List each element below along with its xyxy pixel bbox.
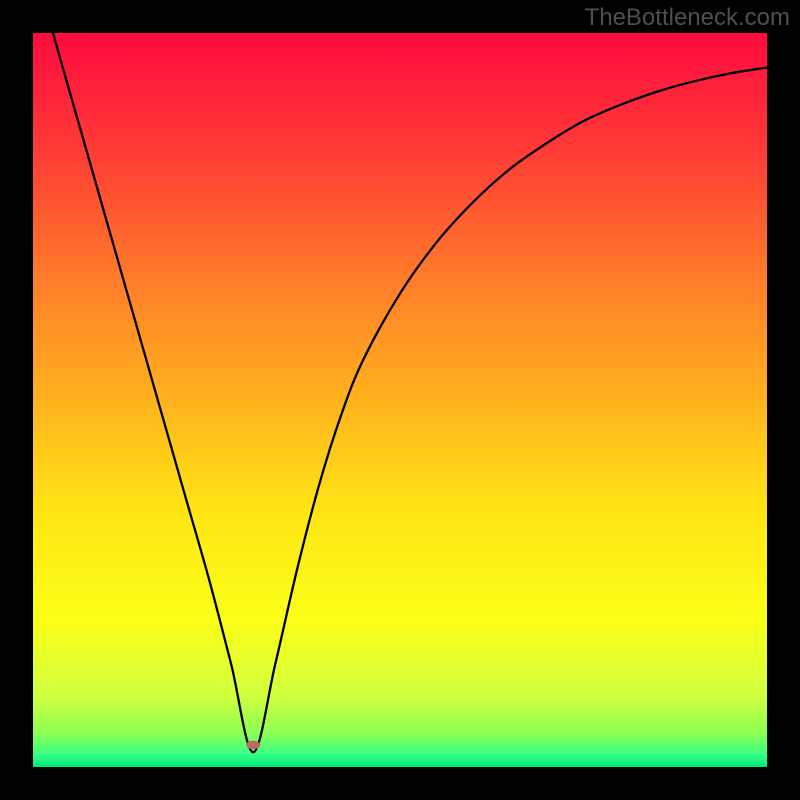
- plot-svg: [33, 33, 767, 767]
- plot-area: [33, 33, 767, 767]
- chart-frame: TheBottleneck.com: [0, 0, 800, 800]
- watermark-text: TheBottleneck.com: [585, 4, 790, 32]
- plot-background: [33, 33, 767, 767]
- optimal-marker: [246, 741, 260, 749]
